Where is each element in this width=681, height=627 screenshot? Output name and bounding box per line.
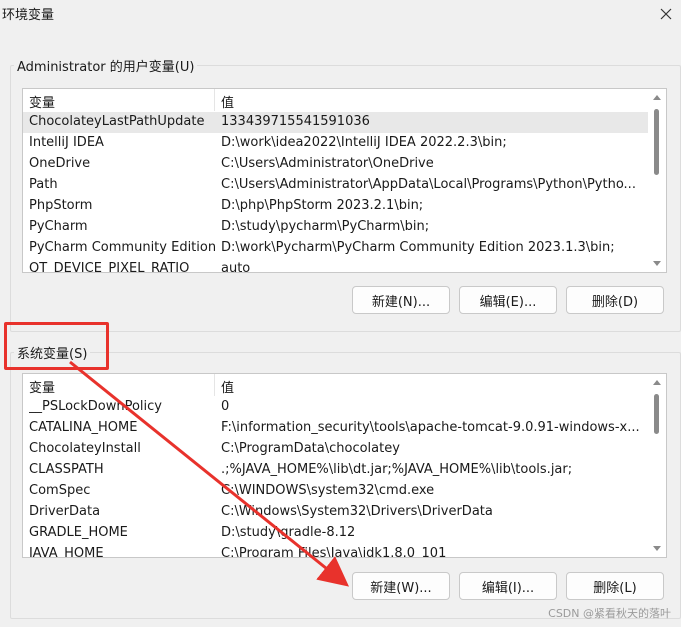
watermark: CSDN @紧看秋天的落叶	[548, 607, 671, 620]
annotation-arrow-icon	[69, 360, 350, 587]
